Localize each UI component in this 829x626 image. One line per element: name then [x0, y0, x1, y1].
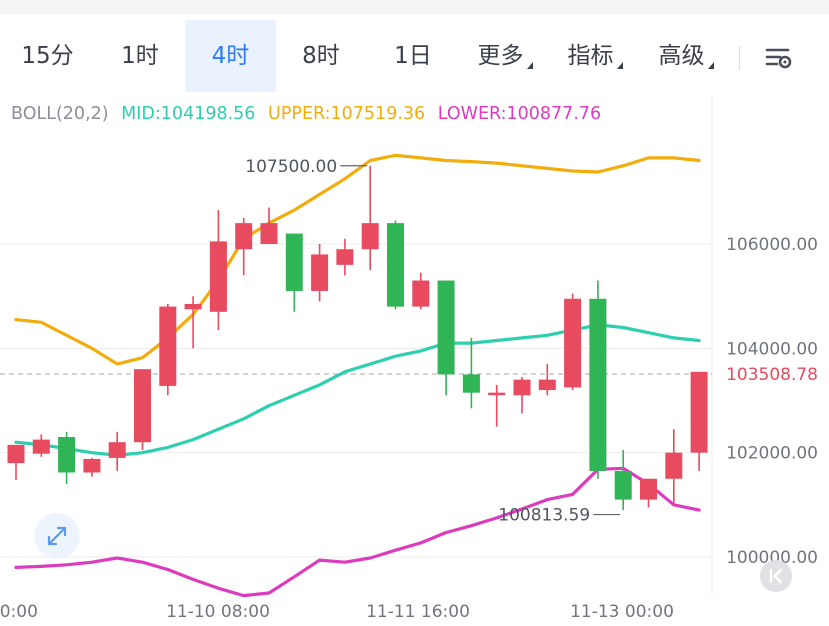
low-marker-label: 100813.59	[498, 506, 590, 526]
tab-advanced-label: 高级	[658, 43, 705, 69]
tab-advanced[interactable]: 高级	[640, 20, 732, 92]
candle	[134, 369, 151, 451]
candle-body	[589, 298, 607, 471]
candle-body	[209, 241, 227, 312]
candle-body	[7, 444, 25, 464]
candle	[108, 431, 126, 471]
candle-body	[311, 254, 329, 291]
candle-body	[690, 371, 708, 453]
candle	[361, 165, 379, 271]
top-strip	[0, 0, 829, 14]
candle	[32, 434, 50, 457]
candle-body	[488, 392, 506, 396]
candle	[640, 478, 657, 508]
candle	[83, 457, 101, 477]
tab-more-label: 更多	[477, 43, 524, 69]
candle-body	[513, 379, 531, 396]
candlestick-chart[interactable]: 106000.00104000.00102000.00100000.0011-0…	[0, 95, 829, 626]
candle	[7, 444, 25, 480]
candle-body	[134, 369, 151, 443]
x-tick-label: 11-11 16:00	[366, 602, 470, 622]
candle	[690, 371, 708, 471]
candle-body	[462, 374, 480, 393]
tab-divider	[739, 46, 740, 70]
candle-body	[108, 442, 126, 458]
candle	[589, 280, 607, 479]
fullscreen-button[interactable]	[34, 513, 80, 559]
candle-body	[83, 458, 101, 473]
candle-body	[260, 223, 278, 244]
candle	[614, 450, 632, 511]
candle	[564, 293, 582, 391]
candle-body	[361, 223, 379, 250]
x-tick-label: 11-09 00:00	[0, 602, 38, 622]
candle	[665, 429, 683, 505]
candle-body	[285, 233, 303, 291]
chart-settings-button[interactable]	[758, 42, 798, 74]
candle-body	[538, 379, 556, 391]
chart-settings-icon	[765, 48, 792, 69]
scroll-to-latest-button[interactable]	[760, 560, 792, 592]
dropdown-caret-icon	[616, 62, 623, 69]
expand-arrows-icon	[47, 526, 67, 546]
candle-body	[32, 439, 50, 454]
dropdown-caret-icon	[707, 62, 714, 69]
candle-body	[412, 280, 430, 307]
x-tick-label: 11-10 08:00	[166, 602, 270, 622]
candle	[538, 363, 556, 396]
x-tick-label: 11-13 00:00	[570, 602, 674, 622]
tab-indicators[interactable]: 指标	[550, 20, 640, 92]
tab-more[interactable]: 更多	[460, 20, 550, 92]
tab-8h[interactable]: 8时	[276, 20, 366, 92]
high-marker-label: 107500.00	[245, 157, 337, 177]
candle-body	[387, 223, 404, 307]
candle	[285, 233, 303, 312]
candle	[159, 303, 177, 396]
tab-1d[interactable]: 1日	[366, 20, 460, 92]
candle-body	[437, 280, 455, 375]
candle-body	[564, 298, 582, 388]
candle-body	[665, 452, 683, 479]
candle-body	[58, 437, 76, 473]
candle	[488, 384, 506, 427]
dropdown-caret-icon	[526, 62, 533, 69]
y-tick-label: 104000.00	[726, 339, 818, 359]
current-price-label: 103508.78	[726, 365, 818, 385]
candle	[58, 431, 76, 484]
candle	[260, 207, 278, 244]
y-tick-label: 102000.00	[726, 444, 818, 464]
tab-15m[interactable]: 15分	[0, 20, 95, 92]
candle	[387, 220, 404, 310]
y-tick-label: 106000.00	[726, 235, 818, 255]
tab-4h[interactable]: 4时	[185, 20, 276, 92]
timeframe-tab-bar: 15分 1时 4时 8时 1日 更多 指标 高级	[0, 20, 829, 92]
candle-body	[614, 470, 632, 500]
candle	[437, 280, 455, 396]
tab-indicators-label: 指标	[567, 43, 614, 69]
candle	[311, 244, 329, 302]
candle	[412, 272, 430, 310]
candle	[184, 296, 202, 349]
candle	[513, 377, 531, 414]
candle-body	[184, 303, 202, 310]
candle	[235, 217, 253, 276]
candle-body	[336, 249, 354, 265]
skip-to-end-icon	[769, 568, 783, 584]
candle-body	[159, 306, 177, 386]
candle-body	[235, 223, 253, 250]
candle-body	[640, 478, 657, 500]
tab-1h[interactable]: 1时	[95, 20, 185, 92]
boll-lower-line	[14, 466, 701, 598]
candle	[209, 210, 227, 331]
